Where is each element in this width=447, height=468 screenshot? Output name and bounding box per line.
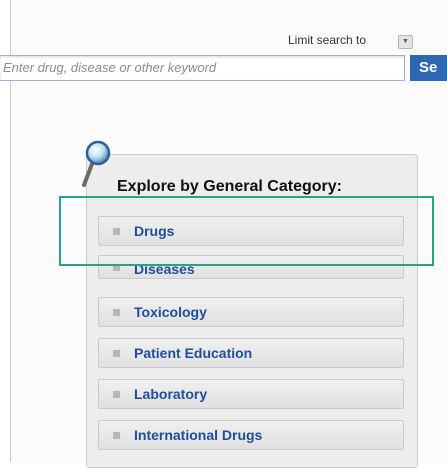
explore-title: Explore by General Category:	[117, 178, 342, 195]
category-label: Toxicology	[134, 304, 207, 320]
limit-search-label: Limit search to	[288, 33, 367, 47]
highlight-box	[59, 196, 434, 266]
bullet-icon	[113, 432, 120, 439]
category-label: Laboratory	[134, 386, 208, 402]
limit-search-dropdown[interactable]: ▼	[398, 35, 413, 49]
search-button[interactable]: Se	[410, 55, 447, 81]
bullet-icon	[113, 309, 120, 316]
category-toxicology[interactable]: Toxicology	[98, 297, 404, 327]
search-input[interactable]	[0, 56, 399, 78]
category-patient-education[interactable]: Patient Education	[98, 338, 404, 368]
dropdown-arrow-icon: ▼	[402, 38, 409, 45]
category-laboratory[interactable]: Laboratory	[98, 379, 404, 409]
magnifier-icon	[82, 140, 111, 187]
search-field-wrapper	[0, 55, 405, 81]
category-label: Patient Education	[134, 345, 253, 361]
category-label: International Drugs	[134, 427, 263, 443]
bullet-icon	[113, 350, 120, 357]
category-international-drugs[interactable]: International Drugs	[98, 420, 404, 450]
bullet-icon	[113, 391, 120, 398]
